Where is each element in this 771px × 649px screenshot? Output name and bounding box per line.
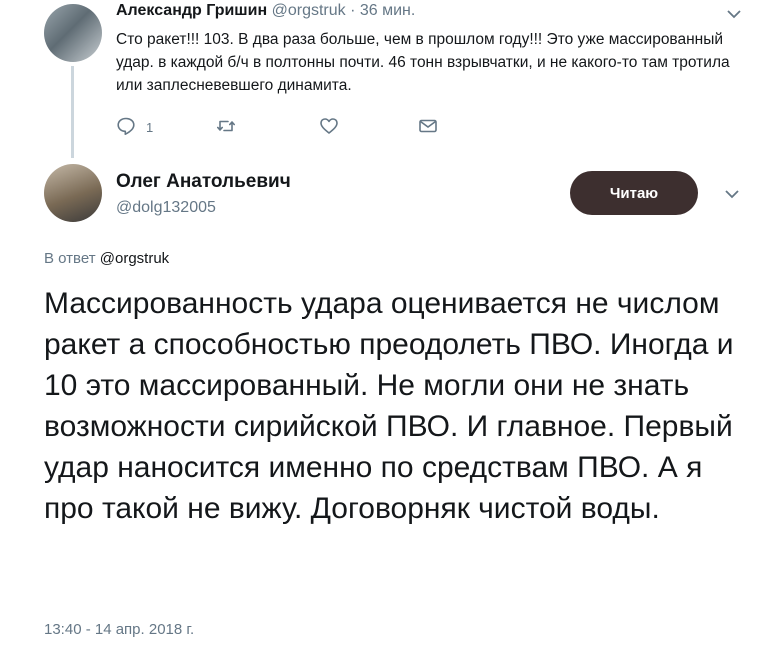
tweet-timestamp[interactable]: 13:40 - 14 апр. 2018 г. [44, 621, 194, 638]
tweet-time[interactable]: 36 мин. [360, 2, 415, 19]
chevron-down-icon[interactable] [726, 6, 742, 22]
tweet1-actions: 1 [116, 116, 456, 138]
avatar-oleg[interactable] [44, 164, 102, 222]
envelope-icon [418, 116, 438, 139]
author-handle[interactable]: @dolg132005 [116, 199, 216, 217]
author-name[interactable]: Александр Гришин [116, 2, 267, 19]
tweet2-text: Массированность удара оценивается не чис… [44, 287, 734, 525]
reply-count: 1 [146, 120, 154, 135]
reply-icon [116, 116, 136, 139]
heart-icon [319, 116, 339, 139]
author-name[interactable]: Олег Анатольевич [116, 171, 291, 193]
retweet-button[interactable] [216, 116, 236, 139]
like-button[interactable] [319, 116, 339, 139]
author-handle[interactable]: @orgstruk [272, 2, 346, 19]
avatar-alexander[interactable] [44, 4, 102, 62]
chevron-down-icon[interactable] [724, 186, 740, 202]
header-separator: · [350, 2, 356, 19]
thread-connector-line [71, 66, 74, 158]
retweet-icon [216, 116, 236, 139]
reply-context: В ответ @orgstruk [44, 250, 169, 267]
tweet1-header: Александр Гришин @orgstruk · 36 мин. [116, 2, 415, 20]
reply-button[interactable]: 1 [116, 116, 153, 139]
reply-prefix: В ответ [44, 250, 96, 267]
reply-handle-link[interactable]: @orgstruk [100, 250, 169, 267]
following-button[interactable]: Читаю [570, 171, 698, 215]
dm-button[interactable] [418, 116, 438, 139]
tweet1-text: Сто ракет!!! 103. В два раза больше, чем… [116, 31, 730, 94]
